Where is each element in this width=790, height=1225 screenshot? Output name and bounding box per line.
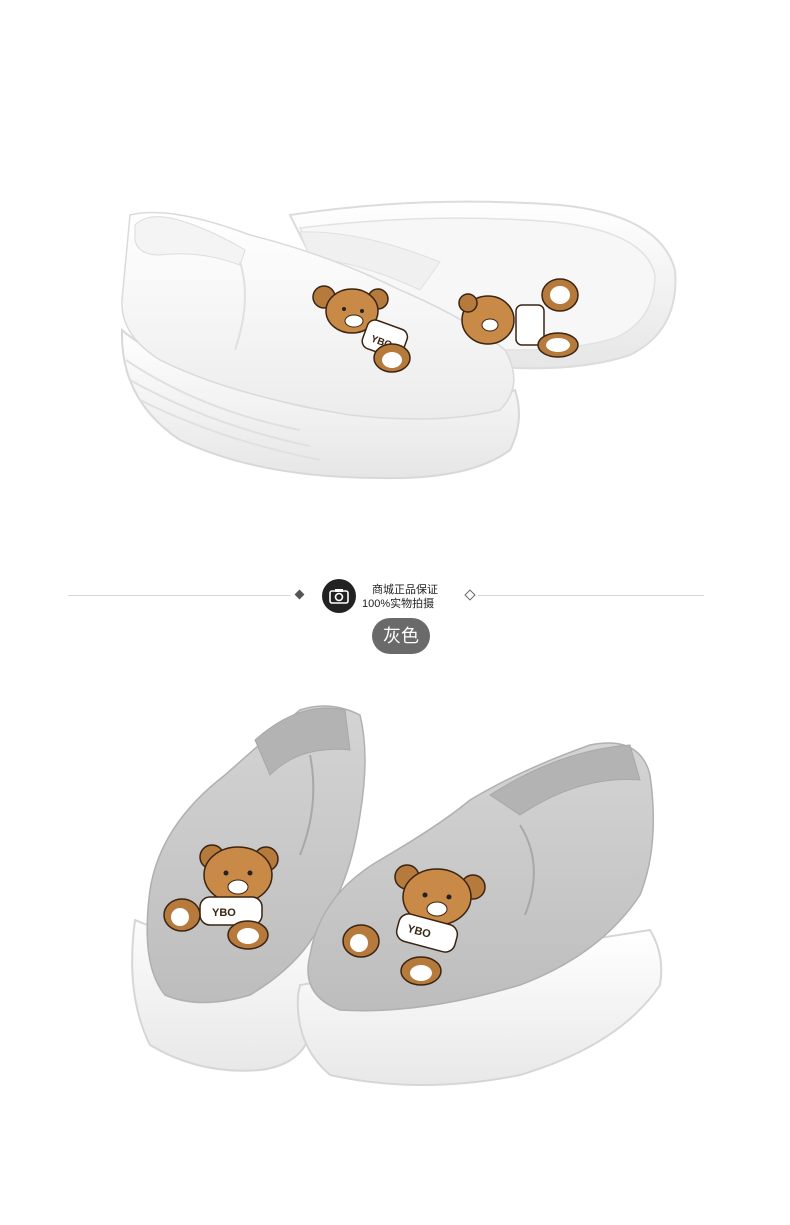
grey-shoes-photo: YBO YBO bbox=[131, 705, 663, 1086]
camera-icon bbox=[322, 579, 356, 613]
guarantee-text: 商城正品保证 100%实物拍摄 bbox=[362, 583, 438, 611]
guarantee-line-2: 100%实物拍摄 bbox=[362, 598, 435, 610]
diamond-right-icon bbox=[464, 589, 476, 601]
color-label-badge: 灰色 bbox=[372, 618, 430, 654]
authenticity-banner: 商城正品保证 100%实物拍摄 灰色 bbox=[0, 570, 790, 665]
divider-line-left bbox=[68, 595, 290, 596]
divider-line-right bbox=[478, 595, 704, 596]
white-shoes-photo: YBO bbox=[120, 200, 677, 480]
bear-shirt-text-left: YBO bbox=[212, 907, 236, 919]
guarantee-line-1: 商城正品保证 bbox=[372, 584, 438, 596]
diamond-left-icon bbox=[294, 589, 305, 600]
